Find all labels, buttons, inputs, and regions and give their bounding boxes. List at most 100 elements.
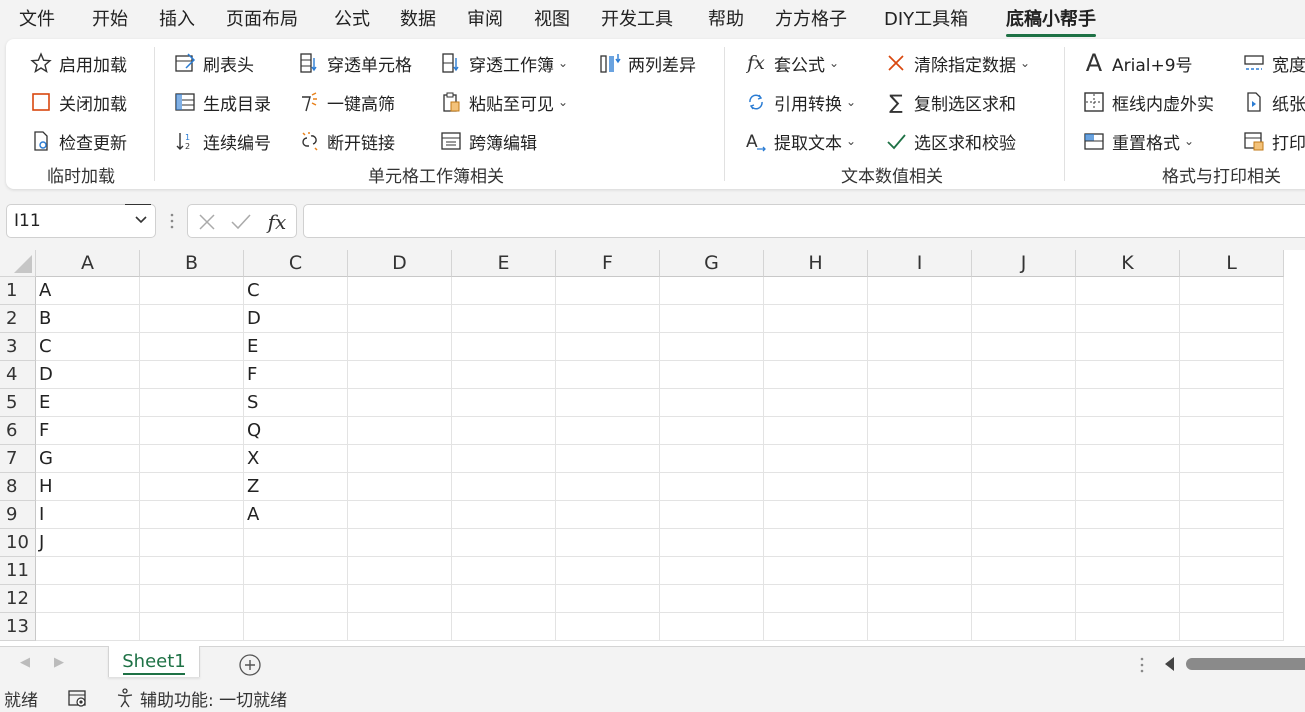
grid-cell[interactable]	[348, 557, 452, 585]
grid-cell[interactable]	[348, 501, 452, 529]
grid-cell[interactable]: B	[36, 305, 140, 333]
print-button[interactable]: 打印	[1242, 127, 1305, 155]
grid-cell[interactable]	[140, 613, 244, 641]
grid-cell[interactable]	[244, 613, 348, 641]
one-key-highlight-button[interactable]: 一键高筛	[297, 88, 395, 116]
grid-cell[interactable]	[348, 473, 452, 501]
macro-record-icon[interactable]	[67, 687, 89, 709]
grid-cell[interactable]	[660, 277, 764, 305]
grid-cell[interactable]	[868, 305, 972, 333]
row-header[interactable]: 10	[0, 529, 36, 557]
grid-cell[interactable]	[1076, 333, 1180, 361]
grid-cell[interactable]	[660, 417, 764, 445]
grid-cell[interactable]	[556, 585, 660, 613]
grid-cell[interactable]	[1076, 445, 1180, 473]
grid-cell[interactable]	[556, 305, 660, 333]
grid-cell[interactable]	[660, 501, 764, 529]
sheet-tab-sheet1[interactable]: Sheet1	[108, 646, 200, 677]
confirm-icon[interactable]	[229, 210, 253, 234]
grid-cell[interactable]	[556, 417, 660, 445]
grid-cell[interactable]: C	[36, 333, 140, 361]
grid-cell[interactable]	[36, 613, 140, 641]
horizontal-scrollbar-thumb[interactable]	[1186, 658, 1305, 670]
grid-cell[interactable]: C	[244, 277, 348, 305]
grid-cell[interactable]	[556, 333, 660, 361]
grid-cell[interactable]	[972, 389, 1076, 417]
grid-cell[interactable]	[764, 305, 868, 333]
grid-cell[interactable]	[140, 417, 244, 445]
grid-cell[interactable]	[1180, 277, 1284, 305]
width-button[interactable]: 宽度	[1242, 49, 1305, 77]
grid-cell[interactable]	[140, 529, 244, 557]
select-all-corner[interactable]	[0, 250, 36, 277]
grid-cell[interactable]	[1180, 585, 1284, 613]
grid-cell[interactable]	[660, 585, 764, 613]
grid-cell[interactable]	[348, 389, 452, 417]
grid-cell[interactable]	[452, 305, 556, 333]
grid-cell[interactable]: Q	[244, 417, 348, 445]
grid-cell[interactable]	[556, 361, 660, 389]
grid-cell[interactable]	[452, 333, 556, 361]
sum-check-button[interactable]: 选区求和校验	[884, 127, 1016, 155]
row-header[interactable]: 4	[0, 361, 36, 389]
grid-cell[interactable]	[764, 473, 868, 501]
grid-cell[interactable]	[556, 277, 660, 305]
column-header[interactable]: I	[868, 250, 972, 277]
column-header[interactable]: L	[1180, 250, 1284, 277]
grid-cell[interactable]	[556, 557, 660, 585]
grid-cell[interactable]	[972, 529, 1076, 557]
grid-cell[interactable]	[140, 305, 244, 333]
grid-cell[interactable]	[348, 445, 452, 473]
grid-cell[interactable]	[764, 361, 868, 389]
grid-cell[interactable]	[556, 389, 660, 417]
grid-cell[interactable]	[972, 613, 1076, 641]
fx-icon[interactable]: fx	[265, 210, 289, 234]
grid-cell[interactable]	[1180, 501, 1284, 529]
grid-cell[interactable]	[1180, 333, 1284, 361]
grid-cell[interactable]: S	[244, 389, 348, 417]
grid-cell[interactable]	[452, 473, 556, 501]
grid-cell[interactable]	[868, 445, 972, 473]
grid-cell[interactable]	[140, 473, 244, 501]
grid-cell[interactable]	[140, 389, 244, 417]
grid-cell[interactable]	[764, 613, 868, 641]
grid-cell[interactable]: I	[36, 501, 140, 529]
grid-cell[interactable]	[348, 305, 452, 333]
grid-cell[interactable]	[1180, 389, 1284, 417]
font-preset-button[interactable]: A Arial+9号	[1082, 49, 1193, 77]
menu-diy-toolbox[interactable]: DIY工具箱	[884, 5, 968, 31]
spreadsheet-grid[interactable]: ABCDEFGHIJKL1AC2BD3CE4DF5ES6FQ7GX8HZ9IA1…	[0, 250, 1305, 646]
grid-cell[interactable]	[140, 361, 244, 389]
clear-data-button[interactable]: 清除指定数据 ⌄	[884, 49, 1030, 77]
grid-cell[interactable]	[1180, 529, 1284, 557]
two-col-diff-button[interactable]: 两列差异	[598, 49, 696, 77]
column-header[interactable]: A	[36, 250, 140, 277]
grid-cell[interactable]	[1180, 445, 1284, 473]
grid-cell[interactable]	[244, 557, 348, 585]
grid-cell[interactable]	[140, 557, 244, 585]
grid-cell[interactable]	[868, 333, 972, 361]
grid-cell[interactable]	[1076, 277, 1180, 305]
grid-cell[interactable]: A	[36, 277, 140, 305]
row-header[interactable]: 12	[0, 585, 36, 613]
column-header[interactable]: E	[452, 250, 556, 277]
grid-cell[interactable]	[972, 417, 1076, 445]
grid-cell[interactable]	[1076, 585, 1180, 613]
pierce-cell-button[interactable]: 穿透单元格	[297, 49, 412, 77]
sequential-number-button[interactable]: 12 连续编号	[173, 127, 271, 155]
column-header[interactable]: F	[556, 250, 660, 277]
grid-cell[interactable]	[556, 529, 660, 557]
paste-visible-button[interactable]: 粘贴至可见 ⌄	[439, 88, 568, 116]
grid-cell[interactable]	[348, 361, 452, 389]
grid-cell[interactable]: D	[244, 305, 348, 333]
grid-cell[interactable]	[348, 277, 452, 305]
grid-cell[interactable]	[140, 445, 244, 473]
break-links-button[interactable]: 断开链接	[297, 127, 395, 155]
accessibility-icon[interactable]	[114, 687, 136, 709]
row-header[interactable]: 9	[0, 501, 36, 529]
vertical-grip-icon[interactable]	[170, 211, 174, 231]
cancel-icon[interactable]	[195, 210, 219, 234]
grid-cell[interactable]	[452, 613, 556, 641]
column-header[interactable]: G	[660, 250, 764, 277]
grid-cell[interactable]: A	[244, 501, 348, 529]
